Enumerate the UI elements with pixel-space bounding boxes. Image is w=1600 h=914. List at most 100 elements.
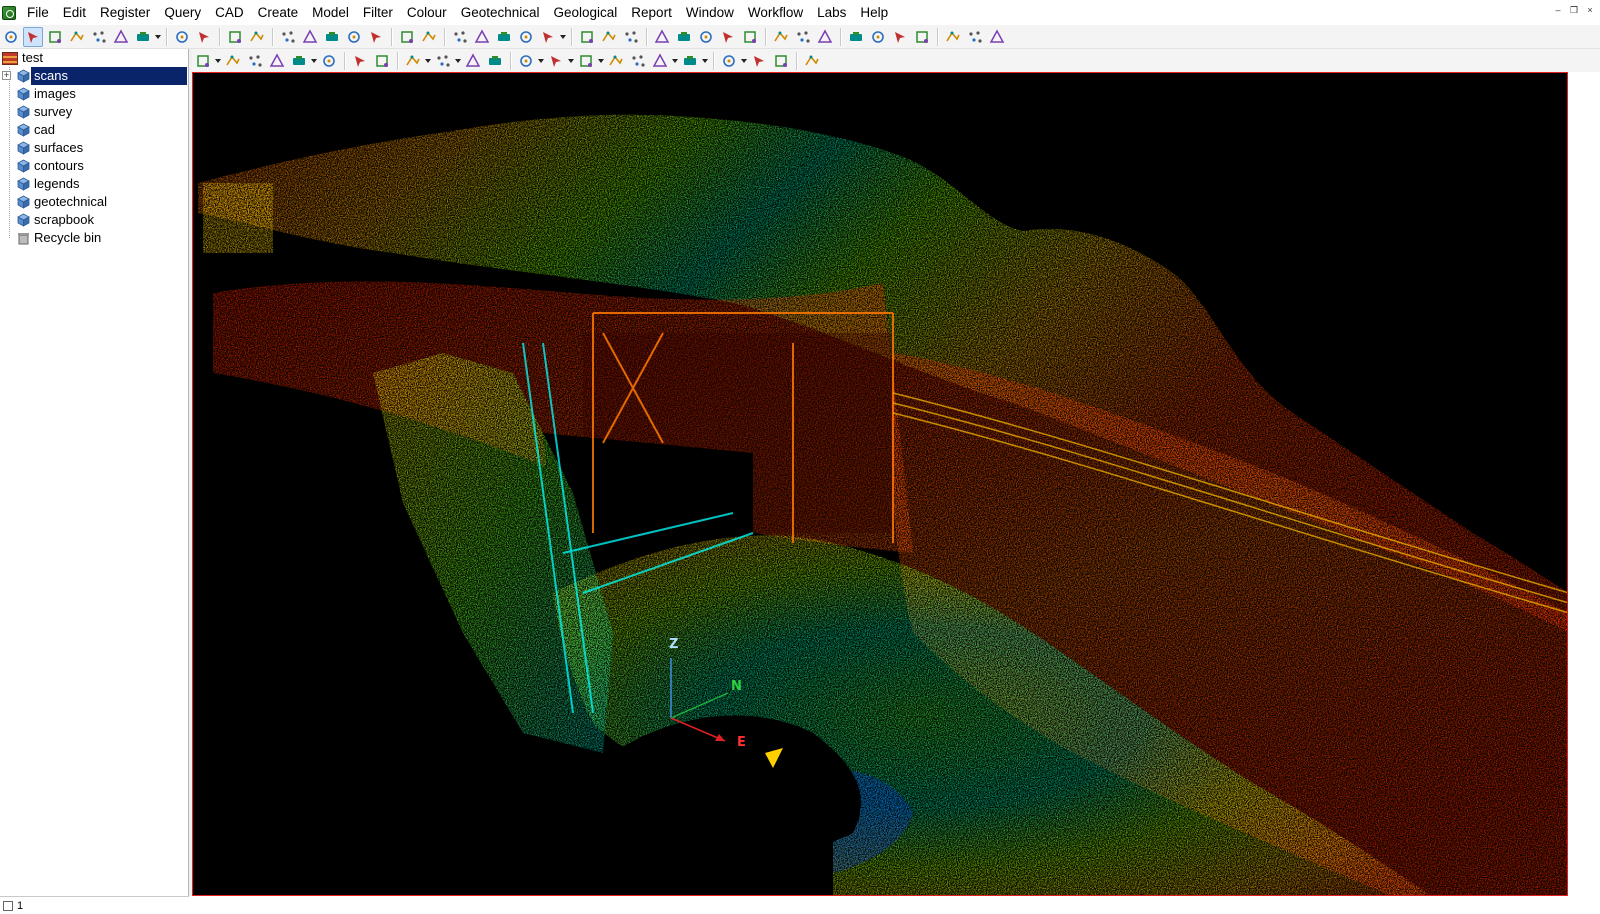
dropdown-arrow-icon[interactable] [154,27,162,47]
brightness-icon[interactable] [606,51,626,71]
dropdown-arrow-icon[interactable] [424,51,432,71]
menu-colour[interactable]: Colour [400,0,454,26]
dropdown-arrow-icon[interactable] [559,27,567,47]
menu-labs[interactable]: Labs [810,0,853,26]
layer-move-icon[interactable] [403,51,423,71]
view-box-icon[interactable] [133,27,153,47]
cube-view-icon[interactable] [650,51,670,71]
camera-move-icon[interactable] [223,51,243,71]
undo-icon[interactable] [194,27,214,47]
multi-points-icon[interactable] [450,27,470,47]
nodes-view-icon[interactable] [576,51,596,71]
colour-scan-icon[interactable] [890,27,910,47]
hatch-icon[interactable] [172,27,192,47]
polyline-icon[interactable] [652,27,672,47]
tree-item-contours[interactable]: contours [0,157,189,175]
cluster-icon[interactable] [740,27,760,47]
select-arrow-icon[interactable] [23,26,43,47]
fit-points-icon[interactable] [350,51,370,71]
pick-line-icon[interactable] [67,27,87,47]
point-cloud-scene[interactable] [193,73,1568,896]
tree-item-recycle-bin[interactable]: Recycle bin [0,229,189,247]
colour-sphere-icon[interactable] [846,27,866,47]
swap-icon[interactable] [577,27,597,47]
menu-file[interactable]: File [20,0,56,26]
network-icon[interactable] [696,27,716,47]
remove-points-icon[interactable] [516,27,536,47]
terrain-icon[interactable] [516,51,536,71]
layer-checkbox[interactable] [3,900,13,911]
export-icon[interactable] [719,51,739,71]
menu-edit[interactable]: Edit [56,0,93,26]
3d-viewport[interactable]: Z N E [192,72,1568,896]
light-icon[interactable] [433,51,453,71]
tree-item-cad[interactable]: cad [0,121,189,139]
layer-status-box[interactable]: 1 [0,896,189,914]
query-icon[interactable] [366,27,386,47]
cluster-alt-icon[interactable] [793,27,813,47]
speaker-icon[interactable] [463,51,483,71]
menu-window[interactable]: Window [679,0,741,26]
cube-flag-icon[interactable] [815,27,835,47]
copy-icon[interactable] [278,27,298,47]
dropdown-arrow-icon[interactable] [701,51,709,71]
menu-geological[interactable]: Geological [547,0,625,26]
menu-register[interactable]: Register [93,0,157,26]
dropdown-arrow-icon[interactable] [597,51,605,71]
globe-red-icon[interactable] [965,27,985,47]
text-points-icon[interactable] [472,27,492,47]
crop-icon[interactable] [344,27,364,47]
points-icon[interactable] [419,27,439,47]
menu-workflow[interactable]: Workflow [741,0,810,26]
tree-root[interactable]: test [0,49,189,67]
paste-icon[interactable] [300,27,320,47]
dropdown-arrow-icon[interactable] [671,51,679,71]
restore-button[interactable]: ❐ [1568,3,1580,17]
colour-ramp-icon[interactable] [868,27,888,47]
window-copy-icon[interactable] [319,51,339,71]
redo-icon[interactable] [225,27,245,47]
menu-create[interactable]: Create [251,0,306,26]
split-icon[interactable] [680,51,700,71]
dropdown-arrow-icon[interactable] [214,51,222,71]
grid-icon[interactable] [485,51,505,71]
dropdown-arrow-icon[interactable] [567,51,575,71]
star-icon[interactable] [718,27,738,47]
close-button[interactable]: × [1584,3,1596,17]
tree-item-scrapbook[interactable]: scrapbook [0,211,189,229]
z-axis-icon[interactable] [289,51,309,71]
query-tag-icon[interactable] [397,27,417,47]
cluster-red-icon[interactable] [771,27,791,47]
target-icon[interactable] [987,27,1007,47]
menu-model[interactable]: Model [305,0,356,26]
refresh-icon[interactable] [599,27,619,47]
tree-item-survey[interactable]: survey [0,103,189,121]
dropdown-arrow-icon[interactable] [537,51,545,71]
expand-toggle-icon[interactable]: + [2,71,11,80]
pick-fill-icon[interactable] [89,27,109,47]
menu-help[interactable]: Help [853,0,895,26]
hand-icon[interactable] [1,27,21,47]
cut-icon[interactable] [247,27,267,47]
video-icon[interactable] [245,51,265,71]
snapshot-icon[interactable] [749,51,769,71]
dropdown-arrow-icon[interactable] [310,51,318,71]
tree-item-surfaces[interactable]: surfaces [0,139,189,157]
menu-query[interactable]: Query [157,0,208,26]
filter-icon[interactable] [538,27,558,47]
tree-item-images[interactable]: images [0,85,189,103]
axis-icon[interactable] [267,51,287,71]
tree-item-scans[interactable]: + scans [0,67,189,85]
curve-icon[interactable] [912,27,932,47]
eye-icon[interactable] [628,51,648,71]
move-points-icon[interactable] [494,27,514,47]
menu-report[interactable]: Report [624,0,679,26]
box-view-icon[interactable] [193,51,213,71]
menu-geotechnical[interactable]: Geotechnical [454,0,547,26]
delete-icon[interactable] [322,27,342,47]
zoom-icon[interactable] [372,51,392,71]
triangle-icon[interactable] [674,27,694,47]
menu-filter[interactable]: Filter [356,0,400,26]
dropdown-arrow-icon[interactable] [740,51,748,71]
select-points-icon[interactable] [45,27,65,47]
